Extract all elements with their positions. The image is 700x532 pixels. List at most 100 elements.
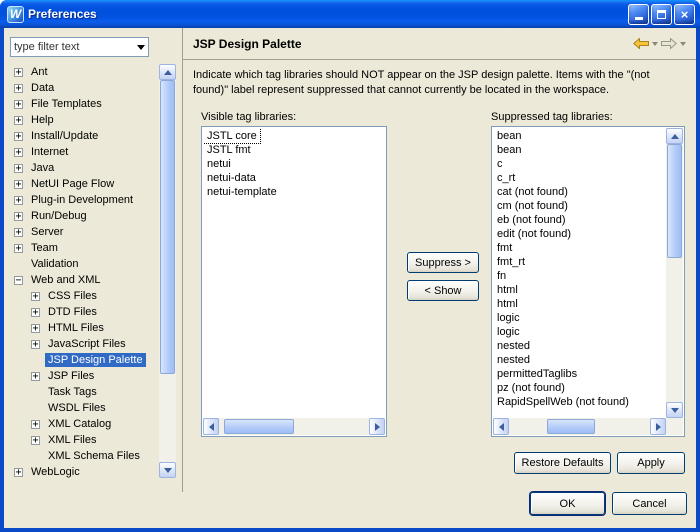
cancel-button[interactable]: Cancel: [612, 492, 687, 515]
list-item[interactable]: html: [494, 283, 521, 297]
scroll-down-button[interactable]: [159, 462, 176, 478]
scroll-left-button[interactable]: [203, 418, 219, 435]
expand-icon[interactable]: +: [14, 131, 23, 141]
expand-icon[interactable]: +: [14, 147, 23, 157]
expand-icon[interactable]: +: [14, 227, 23, 237]
expand-icon[interactable]: +: [31, 307, 40, 317]
tree-item-jsp-files[interactable]: + JSP Files: [6, 368, 154, 384]
list-item[interactable]: netui: [204, 157, 234, 171]
list-item[interactable]: eb (not found): [494, 213, 569, 227]
list-item[interactable]: c_rt: [494, 171, 518, 185]
expand-icon[interactable]: +: [31, 419, 40, 429]
show-button[interactable]: < Show: [407, 280, 479, 301]
scroll-right-button[interactable]: [369, 418, 385, 435]
forward-arrow-icon[interactable]: [661, 38, 677, 49]
expand-icon[interactable]: +: [14, 179, 23, 189]
filter-dropdown-button[interactable]: [134, 44, 148, 50]
scrollbar-track[interactable]: [219, 418, 369, 435]
close-button[interactable]: ×: [674, 3, 695, 25]
list-item[interactable]: netui-data: [204, 171, 259, 185]
tree-item-xml-schema-files[interactable]: XML Schema Files: [6, 448, 154, 464]
visible-taglibs-listbox[interactable]: JSTL core JSTL fmt netui netui-data netui-te…: [201, 126, 387, 437]
filter-combo[interactable]: [10, 37, 149, 57]
tree-item-server[interactable]: + Server: [6, 224, 154, 240]
tree-item-html-files[interactable]: + HTML Files: [6, 320, 154, 336]
tree-item-weblogic[interactable]: + WebLogic: [6, 464, 154, 478]
tree-item-netui-page-flow[interactable]: + NetUI Page Flow: [6, 176, 154, 192]
list-item[interactable]: JSTL fmt: [204, 143, 254, 157]
tree-item-data[interactable]: + Data: [6, 80, 154, 96]
expand-icon[interactable]: +: [14, 67, 23, 77]
list-item[interactable]: nested: [494, 339, 533, 353]
expand-icon[interactable]: +: [14, 243, 23, 253]
back-dropdown-icon[interactable]: [652, 41, 658, 46]
list-item[interactable]: logic: [494, 311, 523, 325]
list-item[interactable]: pz (not found): [494, 381, 568, 395]
list-item[interactable]: cat (not found): [494, 185, 571, 199]
tree-item-dtd-files[interactable]: + DTD Files: [6, 304, 154, 320]
list-item[interactable]: fmt: [494, 241, 515, 255]
tree-item-team[interactable]: + Team: [6, 240, 154, 256]
scroll-right-button[interactable]: [650, 418, 666, 435]
tree-item-validation[interactable]: Validation: [6, 256, 154, 272]
list-item[interactable]: permittedTaglibs: [494, 367, 580, 381]
expand-icon[interactable]: +: [14, 211, 23, 221]
tree-item-java[interactable]: + Java: [6, 160, 154, 176]
tree-scrollbar[interactable]: [159, 64, 176, 478]
list-item[interactable]: netui-template: [204, 185, 280, 199]
apply-button[interactable]: Apply: [617, 452, 685, 474]
tree-item-plug-in-development[interactable]: + Plug-in Development: [6, 192, 154, 208]
suppressed-list-vscrollbar[interactable]: [666, 128, 683, 418]
minimize-button[interactable]: [628, 3, 649, 25]
tree-item-run-debug[interactable]: + Run/Debug: [6, 208, 154, 224]
scrollbar-thumb[interactable]: [547, 419, 595, 434]
titlebar[interactable]: W Preferences ×: [0, 0, 700, 28]
list-item[interactable]: c: [494, 157, 506, 171]
collapse-icon[interactable]: −: [14, 275, 23, 285]
filter-input[interactable]: [11, 41, 134, 53]
list-item[interactable]: bean: [494, 129, 524, 143]
tree-item-wsdl-files[interactable]: WSDL Files: [6, 400, 154, 416]
expand-icon[interactable]: +: [14, 163, 23, 173]
scrollbar-track[interactable]: [509, 418, 650, 435]
list-item[interactable]: html: [494, 297, 521, 311]
expand-icon[interactable]: +: [31, 339, 40, 349]
expand-icon[interactable]: +: [14, 115, 23, 125]
tree-item-xml-files[interactable]: + XML Files: [6, 432, 154, 448]
scrollbar-thumb[interactable]: [667, 144, 682, 258]
suppress-button[interactable]: Suppress >: [407, 252, 479, 273]
list-item[interactable]: JSTL core: [204, 129, 261, 144]
tree-item-xml-catalog[interactable]: + XML Catalog: [6, 416, 154, 432]
tree-item-file-templates[interactable]: + File Templates: [6, 96, 154, 112]
tree-item-install-update[interactable]: + Install/Update: [6, 128, 154, 144]
tree-item-javascript-files[interactable]: + JavaScript Files: [6, 336, 154, 352]
restore-defaults-button[interactable]: Restore Defaults: [514, 452, 611, 474]
suppressed-list-hscrollbar[interactable]: [493, 418, 666, 435]
list-item[interactable]: cm (not found): [494, 199, 571, 213]
tree-item-help[interactable]: + Help: [6, 112, 154, 128]
expand-icon[interactable]: +: [31, 323, 40, 333]
expand-icon[interactable]: +: [31, 435, 40, 445]
tree-item-task-tags[interactable]: Task Tags: [6, 384, 154, 400]
forward-dropdown-icon[interactable]: [680, 41, 686, 46]
list-item[interactable]: nested: [494, 353, 533, 367]
scroll-left-button[interactable]: [493, 418, 509, 435]
scroll-down-button[interactable]: [666, 402, 683, 418]
scroll-up-button[interactable]: [666, 128, 683, 144]
expand-icon[interactable]: +: [14, 99, 23, 109]
scrollbar-thumb[interactable]: [160, 80, 175, 375]
expand-icon[interactable]: +: [14, 83, 23, 93]
suppressed-taglibs-listbox[interactable]: bean bean c c_rt cat (not found) cm (not foun…: [491, 126, 685, 437]
list-item[interactable]: RapidSpellWeb (not found): [494, 395, 632, 409]
scrollbar-track[interactable]: [666, 144, 683, 402]
scrollbar-track[interactable]: [159, 80, 176, 462]
maximize-button[interactable]: [651, 3, 672, 25]
back-arrow-icon[interactable]: [633, 38, 649, 49]
expand-icon[interactable]: +: [31, 291, 40, 301]
scrollbar-thumb[interactable]: [223, 419, 294, 434]
visible-list-hscrollbar[interactable]: [203, 418, 385, 435]
tree-item-css-files[interactable]: + CSS Files: [6, 288, 154, 304]
expand-icon[interactable]: +: [14, 195, 23, 205]
tree-item-internet[interactable]: + Internet: [6, 144, 154, 160]
list-item[interactable]: fmt_rt: [494, 255, 528, 269]
